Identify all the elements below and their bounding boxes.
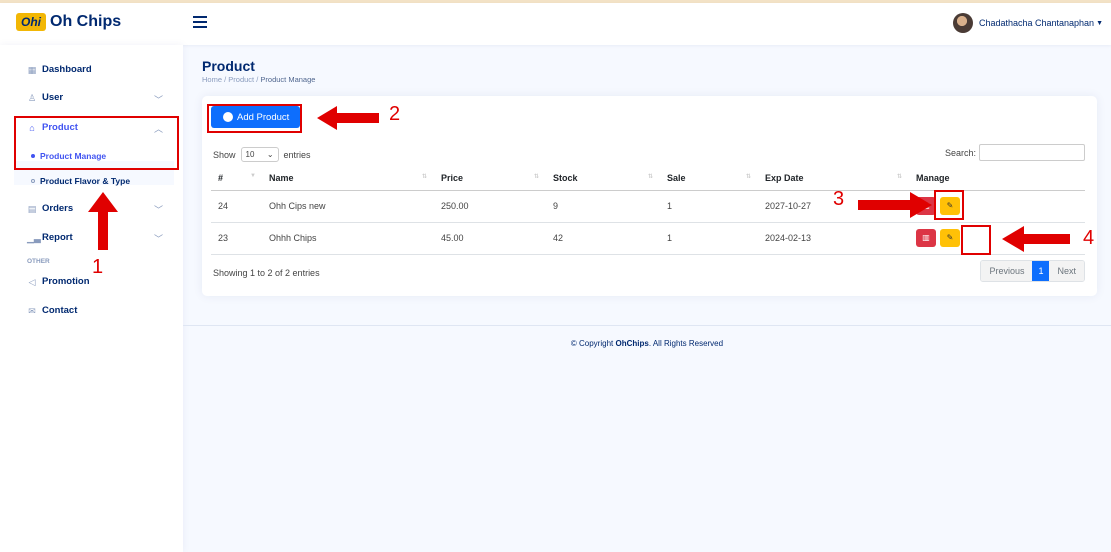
cell-sale: 1 [660, 190, 758, 223]
top-header: Ohi Oh Chips Chadathacha Chantanaphan ▼ [0, 3, 1111, 45]
sidebar-item-label: Contact [42, 305, 78, 316]
cell-id: 24 [211, 190, 262, 223]
bar-chart-icon: ▁▃ [27, 232, 41, 243]
footer-divider [183, 325, 1111, 326]
sidebar-item-user[interactable]: ♙ User [27, 92, 63, 103]
sidebar-item-promotion[interactable]: ◁ Promotion [27, 276, 90, 287]
receipt-icon: ▤ [27, 203, 37, 214]
annotation-box-add-product [207, 104, 302, 133]
envelope-icon: ✉ [28, 305, 36, 316]
annotation-box-product-menu [14, 116, 179, 170]
breadcrumb: Home / Product / Product Manage [202, 75, 316, 84]
pagination-next[interactable]: Next [1049, 261, 1084, 281]
delete-button[interactable]: ▥ [916, 229, 936, 247]
sidebar-item-label: Report [42, 232, 73, 243]
menu-toggle-icon[interactable] [193, 13, 207, 29]
logo-text: Oh Chips [50, 13, 122, 30]
chevron-down-icon: ⌄ [266, 150, 274, 159]
annotation-arrow-up-icon [88, 192, 118, 250]
sort-icon: ⇅ [422, 174, 428, 180]
breadcrumb-home[interactable]: Home [202, 75, 222, 84]
sidebar-item-report[interactable]: ▁▃ Report [27, 232, 73, 243]
cell-id: 23 [211, 222, 262, 255]
user-menu[interactable]: Chadathacha Chantanaphan ▼ [952, 13, 1103, 33]
cell-stock: 9 [546, 190, 660, 223]
edit-button[interactable]: ✎ [940, 229, 960, 247]
col-header-stock[interactable]: ⇅ Stock [534, 167, 660, 191]
footer: © Copyright OhChips. All Rights Reserved [183, 339, 1111, 348]
sidebar-section-title: OTHER [27, 258, 50, 265]
footer-prefix: © Copyright [570, 339, 614, 348]
pagination: Previous 1 Next [980, 260, 1085, 282]
grid-icon: ▦ [27, 64, 37, 75]
cell-stock: 42 [546, 222, 660, 255]
table-row: 23 Ohhh Chips 45.00 42 1 2024-02-13 ▥ ✎ [211, 222, 1085, 255]
entries-select[interactable]: 10 ⌄ [240, 147, 279, 162]
megaphone-icon: ◁ [28, 276, 36, 287]
col-header-price[interactable]: ⇅ Price [422, 167, 546, 191]
sort-icon: ⇅ [534, 174, 540, 180]
annotation-number: 1 [92, 256, 104, 278]
annotation-box-delete [934, 190, 964, 220]
annotation-number: 4 [1083, 227, 1095, 249]
sort-icon: ⇅ [746, 174, 752, 180]
breadcrumb-product[interactable]: Product [228, 75, 254, 84]
trash-icon: ▥ [922, 233, 930, 242]
sort-icon: ⇅ [648, 174, 654, 180]
entries-value: 10 [245, 150, 255, 159]
sidebar-item-contact[interactable]: ✉ Contact [27, 305, 77, 316]
sidebar-item-label: Promotion [42, 276, 90, 287]
table-header-row: # ▼ Name ⇅ Price ⇅ Stock ⇅ Sale ⇅ Exp Date ⇅ M… [211, 167, 1085, 191]
col-header-name[interactable]: ▼ Name [250, 167, 434, 191]
logo[interactable]: Ohi Oh Chips [16, 13, 121, 31]
col-header-sale[interactable]: ⇅ Sale [648, 167, 758, 191]
person-icon: ♙ [27, 92, 37, 103]
pencil-square-icon: ✎ [946, 233, 954, 242]
cell-price: 250.00 [434, 190, 546, 223]
breadcrumb-current: Product Manage [260, 75, 316, 84]
chevron-down-icon: ﹀ [154, 205, 164, 215]
entries-label: entries [283, 149, 311, 160]
annotation-arrow-right-icon [858, 192, 932, 218]
col-header-exp-date[interactable]: ⇅ Exp Date [746, 167, 909, 191]
annotation-number: 3 [833, 188, 845, 210]
bullet-icon [31, 179, 35, 183]
sidebar-item-label: Dashboard [42, 64, 92, 75]
cell-name: Ohhh Chips [262, 222, 434, 255]
footer-suffix: . All Rights Reserved [648, 339, 724, 348]
chevron-down-icon: ﹀ [154, 234, 164, 244]
user-name: Chadathacha Chantanaphan [978, 18, 1095, 28]
cell-price: 45.00 [434, 222, 546, 255]
pagination-previous[interactable]: Previous [981, 261, 1033, 281]
search-input[interactable] [979, 144, 1085, 161]
annotation-arrow-left-icon [1002, 226, 1070, 252]
sidebar-subitem-label: Product Flavor & Type [40, 176, 131, 186]
annotation-number: 2 [389, 103, 401, 125]
cell-sale: 1 [660, 222, 758, 255]
page-title: Product [202, 58, 255, 74]
logo-mark: Ohi [16, 13, 46, 31]
chevron-down-icon: ▼ [1096, 19, 1103, 27]
sort-icon: ▼ [250, 173, 256, 179]
col-header-manage[interactable]: ⇅ Manage [897, 167, 1085, 191]
sidebar-subitem-flavor-type[interactable]: Product Flavor & Type [31, 176, 130, 186]
avatar [952, 13, 973, 33]
sort-icon: ⇅ [897, 174, 903, 180]
annotation-arrow-left-icon [317, 106, 379, 130]
cell-name: Ohh Cips new [262, 190, 434, 223]
annotation-box-edit [961, 225, 991, 255]
entries-length-control: Show 10 ⌄ entries [213, 147, 311, 162]
chevron-down-icon: ﹀ [154, 95, 164, 105]
footer-brand: OhChips [615, 339, 649, 348]
sidebar-item-label: User [42, 92, 64, 103]
sidebar-item-dashboard[interactable]: ▦ Dashboard [27, 64, 92, 75]
sidebar-item-orders[interactable]: ▤ Orders [27, 203, 73, 214]
sidebar-item-label: Orders [42, 203, 74, 214]
cell-exp-date: 2024-02-13 [758, 222, 909, 255]
table-info: Showing 1 to 2 of 2 entries [213, 268, 320, 278]
search-label: Search: [944, 147, 976, 158]
pagination-page[interactable]: 1 [1032, 261, 1050, 281]
table-search: Search: [945, 144, 1085, 161]
show-label: Show [213, 149, 236, 160]
